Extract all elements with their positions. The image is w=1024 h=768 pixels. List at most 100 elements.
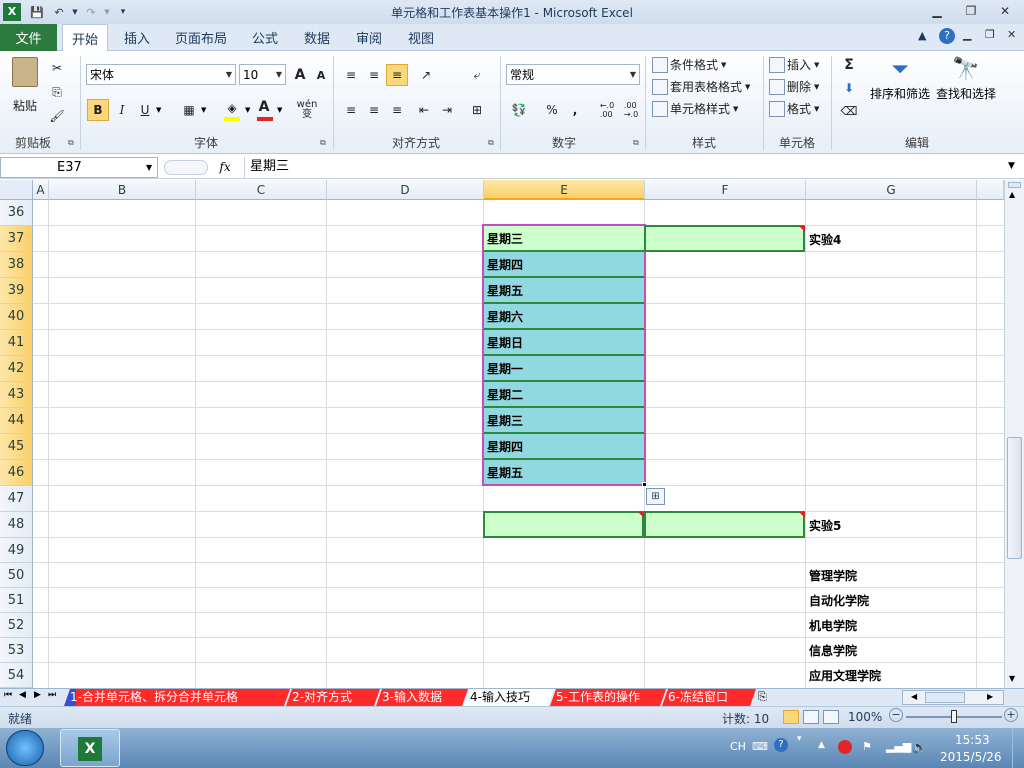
font-color-button[interactable]: A [253,96,275,118]
cell-g51[interactable]: 自动化学院 [806,588,976,613]
first-sheet-icon[interactable]: ⏮ [4,690,12,700]
orientation-icon[interactable]: ↗ [415,64,437,86]
tab-insert[interactable]: 插入 [114,24,160,51]
cell-e40[interactable]: 星期六 [484,304,644,330]
comma-style-button[interactable]: , [564,99,586,121]
phonetic-guide-icon[interactable]: wén 变 [296,99,318,121]
formula-bar-resize-handle[interactable] [164,160,208,175]
zoom-level[interactable]: 100% [848,710,882,724]
cell-e38[interactable]: 星期四 [484,252,644,278]
sheet-tab-1[interactable]: 1-合并单元格、拆分合并单元格 [64,689,290,706]
cell-f37[interactable] [644,225,805,252]
row-header[interactable]: 48 [0,512,33,538]
prev-sheet-icon[interactable]: ◀ [19,690,26,700]
normal-view-icon[interactable] [783,710,799,724]
tab-formulas[interactable]: 公式 [242,24,288,51]
bold-button[interactable]: B [87,99,109,121]
scroll-right-icon[interactable]: ▶ [987,692,993,701]
autosum-button[interactable]: Σ [838,54,860,76]
network-icon[interactable]: ▂▄▆ [886,740,911,753]
underline-button[interactable]: U [134,99,156,121]
column-header-b[interactable]: B [49,180,196,200]
hscroll-thumb[interactable] [925,692,965,703]
next-sheet-icon[interactable]: ▶ [34,690,41,700]
sheet-tab-6[interactable]: 6-冻结窗口 [662,689,756,706]
language-indicator[interactable]: CH [730,740,746,753]
cell-g54[interactable]: 应用文理学院 [806,663,976,688]
page-layout-view-icon[interactable] [803,710,819,724]
insert-cells-button[interactable]: 插入 ▼ [769,56,819,73]
show-hidden-icons[interactable]: ▲ [818,740,825,750]
split-box[interactable] [1008,182,1021,188]
row-header[interactable]: 47 [0,486,33,512]
show-desktop-button[interactable] [1012,728,1024,768]
name-box-dropdown-icon[interactable]: ▼ [146,163,152,172]
row-header[interactable]: 50 [0,563,33,588]
align-middle-icon[interactable]: ≡ [363,64,385,86]
column-header-e[interactable]: E [484,180,645,200]
delete-cells-button[interactable]: 删除 ▼ [769,78,819,95]
row-header[interactable]: 43 [0,382,33,408]
clock-time[interactable]: 15:53 [955,733,990,747]
scroll-up-icon[interactable]: ▲ [1009,190,1015,199]
copy-icon[interactable]: ⎘ [46,81,68,103]
row-header[interactable]: 39 [0,278,33,304]
grow-font-button[interactable]: A [289,64,311,86]
clock-date[interactable]: 2015/5/26 [940,750,1002,764]
borders-icon[interactable]: ▦ [178,99,200,121]
dialog-launcher-icon[interactable]: ⧉ [68,138,74,148]
name-box[interactable]: E37 [0,157,158,178]
restore-button[interactable]: ❐ [956,0,986,22]
vertical-scrollbar[interactable]: ▲ ▼ [1004,180,1024,688]
row-header[interactable]: 38 [0,252,33,278]
workbook-close-button[interactable]: ✕ [1007,28,1016,41]
sheet-tab-2[interactable]: 2-对齐方式 [286,689,380,706]
security-icon[interactable] [838,740,852,754]
ime-options-icon[interactable]: ▾ [797,734,802,744]
font-color-dropdown-icon[interactable]: ▼ [277,106,282,114]
row-header[interactable]: 54 [0,663,33,688]
action-center-icon[interactable]: ⚑ [862,740,872,753]
auto-fill-options-icon[interactable]: ⊞ [646,488,665,505]
increase-indent-icon[interactable]: ⇥ [436,99,458,121]
align-left-icon[interactable]: ≡ [340,99,362,121]
font-name-select[interactable]: 宋体 ▼ [86,64,236,85]
find-select-button[interactable]: 🔭 查找和选择 [934,55,998,102]
row-header[interactable]: 42 [0,356,33,382]
align-right-icon[interactable]: ≡ [386,99,408,121]
row-header[interactable]: 46 [0,460,33,486]
clear-icon[interactable]: ⌫ [838,100,860,122]
tab-review[interactable]: 审阅 [346,24,392,51]
fill-color-icon[interactable]: ◈ [221,97,243,119]
align-center-icon[interactable]: ≡ [363,99,385,121]
decrease-decimal-button[interactable]: .00 →.0 [620,99,642,121]
shrink-font-button[interactable]: A [310,64,332,86]
tab-data[interactable]: 数据 [294,24,340,51]
align-top-icon[interactable]: ≡ [340,64,362,86]
minimize-ribbon-icon[interactable]: ▲ [918,29,926,42]
cut-icon[interactable]: ✂ [46,57,68,79]
format-as-table-button[interactable]: 套用表格格式 ▼ [652,78,750,95]
paste-button[interactable]: 粘贴 [8,57,42,117]
cell-styles-button[interactable]: 单元格样式 ▼ [652,100,738,117]
close-button[interactable]: ✕ [990,0,1020,22]
row-header[interactable]: 53 [0,638,33,663]
row-header[interactable]: 36 [0,200,33,226]
zoom-in-icon[interactable]: + [1004,708,1018,722]
cell-e39[interactable]: 星期五 [484,278,644,304]
volume-icon[interactable]: 🔈 [912,740,927,754]
sheet-tab-4[interactable]: 4-输入技巧 [464,689,554,706]
cell-f48[interactable] [644,511,805,538]
cell-g53[interactable]: 信息学院 [806,638,976,663]
formula-input[interactable]: 星期三 [244,157,1006,178]
cell-g48[interactable]: 实验5 [806,512,976,538]
sheet-tab-3[interactable]: 3-输入数据 [376,689,468,706]
dialog-launcher-icon[interactable]: ⧉ [320,138,326,148]
wrap-text-icon[interactable]: ⤶ [466,64,488,86]
conditional-format-button[interactable]: 条件格式 ▼ [652,56,726,73]
taskbar-excel-button[interactable]: X [60,729,120,767]
dialog-launcher-icon[interactable]: ⧉ [633,138,639,148]
tab-page-layout[interactable]: 页面布局 [168,24,234,51]
column-header-d[interactable]: D [327,180,484,200]
tab-file[interactable]: 文件 [0,24,57,51]
